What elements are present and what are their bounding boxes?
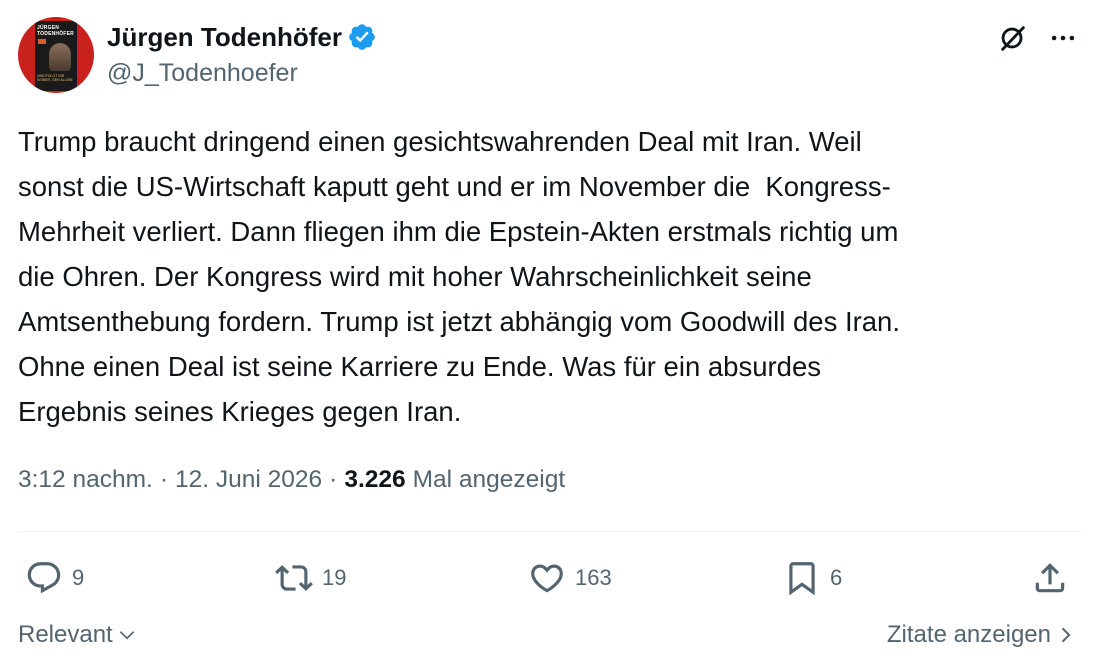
more-icon <box>1051 35 1075 41</box>
verified-badge-icon[interactable] <box>347 22 377 52</box>
tweet-meta: 3:12 nachm. · 12. Juni 2026 · 3.226 Mal … <box>18 466 565 494</box>
chevron-right-icon <box>1061 627 1071 643</box>
retweet-button[interactable]: 19 <box>275 558 346 598</box>
avatar-book-title: JÜRGEN TODENHÖFER <box>37 25 74 37</box>
view-quotes-link[interactable]: Zitate anzeigen <box>887 621 1075 649</box>
reply-button[interactable]: 9 <box>25 558 84 598</box>
grok-icon <box>1001 26 1025 51</box>
heart-icon <box>531 564 563 593</box>
tweet-text: Trump braucht dringend einen gesichtswah… <box>18 126 900 427</box>
bookmark-icon <box>789 562 815 596</box>
avatar-book-badge <box>38 39 46 44</box>
views-label: Mal angezeigt <box>412 466 566 493</box>
author-name-row: Jürgen Todenhöfer <box>107 20 377 54</box>
share-button[interactable] <box>1031 558 1069 598</box>
reply-icon <box>27 562 61 594</box>
meta-separator: · <box>159 466 169 493</box>
tweet-time[interactable]: 3:12 nachm. <box>18 466 153 494</box>
views-count: 3.226 <box>344 466 406 493</box>
sort-label: Relevant <box>18 621 113 648</box>
author-handle[interactable]: @J_Todenhoefer <box>107 59 298 88</box>
quotes-label: Zitate anzeigen <box>886 621 1051 648</box>
avatar-book-subtitle: UND FOLGT DIR KEINER, GEH ALLEIN <box>37 74 73 82</box>
like-count: 163 <box>575 565 612 590</box>
more-options-button[interactable] <box>1045 20 1081 56</box>
chevron-down-icon <box>119 631 134 640</box>
tweet-detail: JÜRGEN TODENHÖFER UND FOLGT DIR KEINER, … <box>0 0 1103 665</box>
avatar-portrait <box>49 43 71 71</box>
sort-replies-dropdown[interactable]: Relevant <box>18 621 137 649</box>
like-button[interactable]: 163 <box>528 558 612 598</box>
bookmark-count: 6 <box>830 565 843 590</box>
reply-count: 9 <box>72 565 85 590</box>
share-icon <box>1035 563 1065 593</box>
retweet-count: 19 <box>322 565 347 590</box>
avatar-book-cover: JÜRGEN TODENHÖFER UND FOLGT DIR KEINER, … <box>35 21 77 91</box>
grok-button[interactable] <box>995 20 1031 56</box>
retweet-icon <box>275 565 313 591</box>
tweet-date[interactable]: 12. Juni 2026 <box>175 466 322 494</box>
bookmark-button[interactable]: 6 <box>783 558 842 598</box>
author-display-name[interactable]: Jürgen Todenhöfer <box>107 22 342 53</box>
author-avatar[interactable]: JÜRGEN TODENHÖFER UND FOLGT DIR KEINER, … <box>18 17 94 93</box>
divider <box>18 531 1081 532</box>
meta-separator: · <box>329 466 338 493</box>
